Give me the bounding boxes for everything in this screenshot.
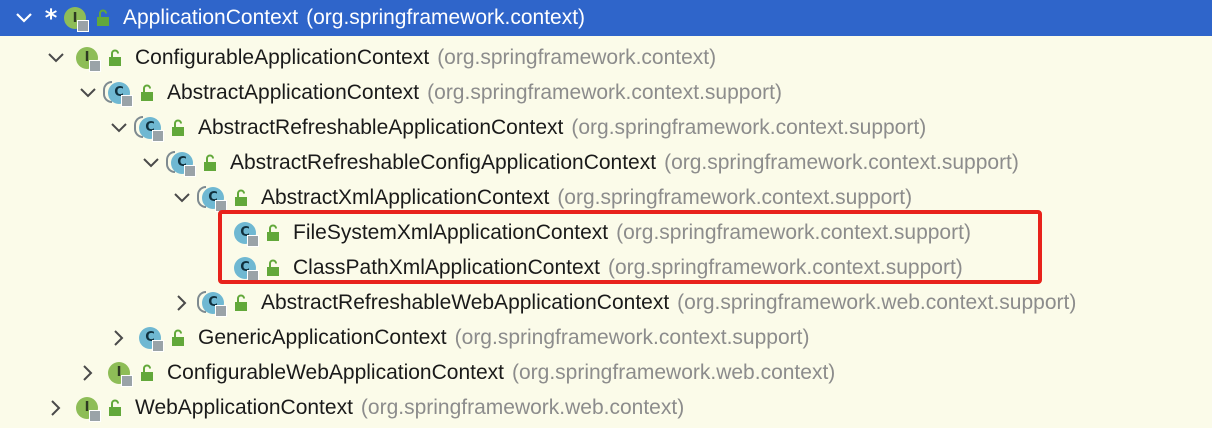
chevron-right-icon[interactable]: [171, 292, 193, 314]
chevron-right-icon[interactable]: [108, 327, 130, 349]
abstract-class-icon: C: [134, 115, 164, 142]
tree-row[interactable]: C AbstractRefreshableConfigApplicationCon…: [0, 145, 1212, 180]
tree-row[interactable]: C ClassPathXmlApplicationContext (org.spri…: [0, 250, 1212, 285]
abstract-class-icon: C: [197, 185, 227, 212]
package-name: (org.springframework.context.support): [454, 325, 810, 349]
lock-open-icon: [139, 84, 155, 102]
type-hierarchy-tree: * I ApplicationContext (org.springframew…: [0, 0, 1212, 428]
type-name: FileSystemXmlApplicationContext: [293, 220, 609, 244]
interface-icon: I: [63, 5, 89, 32]
tree-row-root[interactable]: * I ApplicationContext (org.springframew…: [0, 0, 1212, 36]
lock-open-icon: [170, 329, 186, 347]
interface-icon: I: [75, 45, 101, 72]
tree-row[interactable]: I ConfigurableApplicationContext (org.spri…: [0, 40, 1212, 75]
package-name: (org.springframework.context): [306, 6, 586, 29]
abstract-class-icon: C: [197, 290, 227, 317]
tree-row[interactable]: C AbstractRefreshableWebApplicationContex…: [0, 285, 1212, 320]
lock-open-icon: [139, 364, 155, 382]
abstract-class-icon: C: [103, 80, 133, 107]
chevron-right-icon[interactable]: [45, 397, 67, 419]
package-name: (org.springframework.context.support): [571, 115, 927, 139]
package-name: (org.springframework.context.support): [607, 255, 963, 279]
package-name: (org.springframework.context.support): [427, 80, 782, 104]
abstract-class-icon: C: [166, 150, 196, 177]
class-icon: C: [233, 255, 259, 282]
interface-icon: I: [107, 360, 133, 387]
type-name: ApplicationContext: [123, 6, 299, 29]
class-icon: C: [233, 220, 259, 247]
tree-row[interactable]: C FileSystemXmlApplicationContext (org.spr…: [0, 215, 1212, 250]
package-name: (org.springframework.web.context.support…: [677, 290, 1077, 314]
type-name: AbstractRefreshableApplicationContext: [198, 115, 564, 139]
tree-row[interactable]: C GenericApplicationContext (org.springfra…: [0, 320, 1212, 355]
type-name: AbstractApplicationContext: [167, 80, 420, 104]
package-name: (org.springframework.context): [437, 45, 717, 69]
lock-open-icon: [202, 154, 218, 172]
type-name: AbstractRefreshableWebApplicationContext: [261, 290, 670, 314]
lock-open-icon: [233, 189, 249, 207]
lock-open-icon: [107, 49, 123, 67]
package-name: (org.springframework.web.context): [511, 360, 836, 384]
package-name: (org.springframework.web.context): [360, 395, 685, 419]
chevron-down-icon[interactable]: [13, 7, 35, 29]
tree-row[interactable]: I WebApplicationContext (org.springframewo…: [0, 390, 1212, 425]
lock-open-icon: [170, 119, 186, 137]
tree-row[interactable]: C AbstractApplicationContext (org.springfr…: [0, 75, 1212, 110]
lock-open-icon: [233, 294, 249, 312]
type-name: GenericApplicationContext: [198, 325, 447, 349]
type-name: ConfigurableWebApplicationContext: [167, 360, 504, 384]
chevron-down-icon[interactable]: [140, 152, 162, 174]
lock-open-icon: [265, 224, 281, 242]
chevron-down-icon[interactable]: [45, 47, 67, 69]
type-name: AbstractRefreshableConfigApplicationCont…: [230, 150, 657, 174]
chevron-right-icon[interactable]: [77, 362, 99, 384]
type-name: WebApplicationContext: [135, 395, 353, 419]
package-name: (org.springframework.context.support): [616, 220, 971, 244]
package-name: (org.springframework.context.support): [557, 185, 913, 209]
chevron-down-icon[interactable]: [77, 82, 99, 104]
tree-row[interactable]: C AbstractXmlApplicationContext (org.sprin…: [0, 180, 1212, 215]
lock-open-icon: [107, 399, 123, 417]
tree-row[interactable]: I ConfigurableWebApplicationContext (org.s…: [0, 355, 1212, 390]
chevron-down-icon[interactable]: [108, 117, 130, 139]
tree-row[interactable]: C AbstractRefreshableApplicationContext (o…: [0, 110, 1212, 145]
class-icon: C: [138, 325, 164, 352]
type-name: ConfigurableApplicationContext: [135, 45, 430, 69]
current-type-marker: *: [44, 4, 58, 32]
chevron-down-icon[interactable]: [171, 187, 193, 209]
interface-icon: I: [75, 395, 101, 422]
lock-open-icon: [95, 9, 111, 27]
type-name: AbstractXmlApplicationContext: [261, 185, 550, 209]
type-name: ClassPathXmlApplicationContext: [293, 255, 600, 279]
package-name: (org.springframework.context.support): [664, 150, 1019, 174]
lock-open-icon: [265, 259, 281, 277]
